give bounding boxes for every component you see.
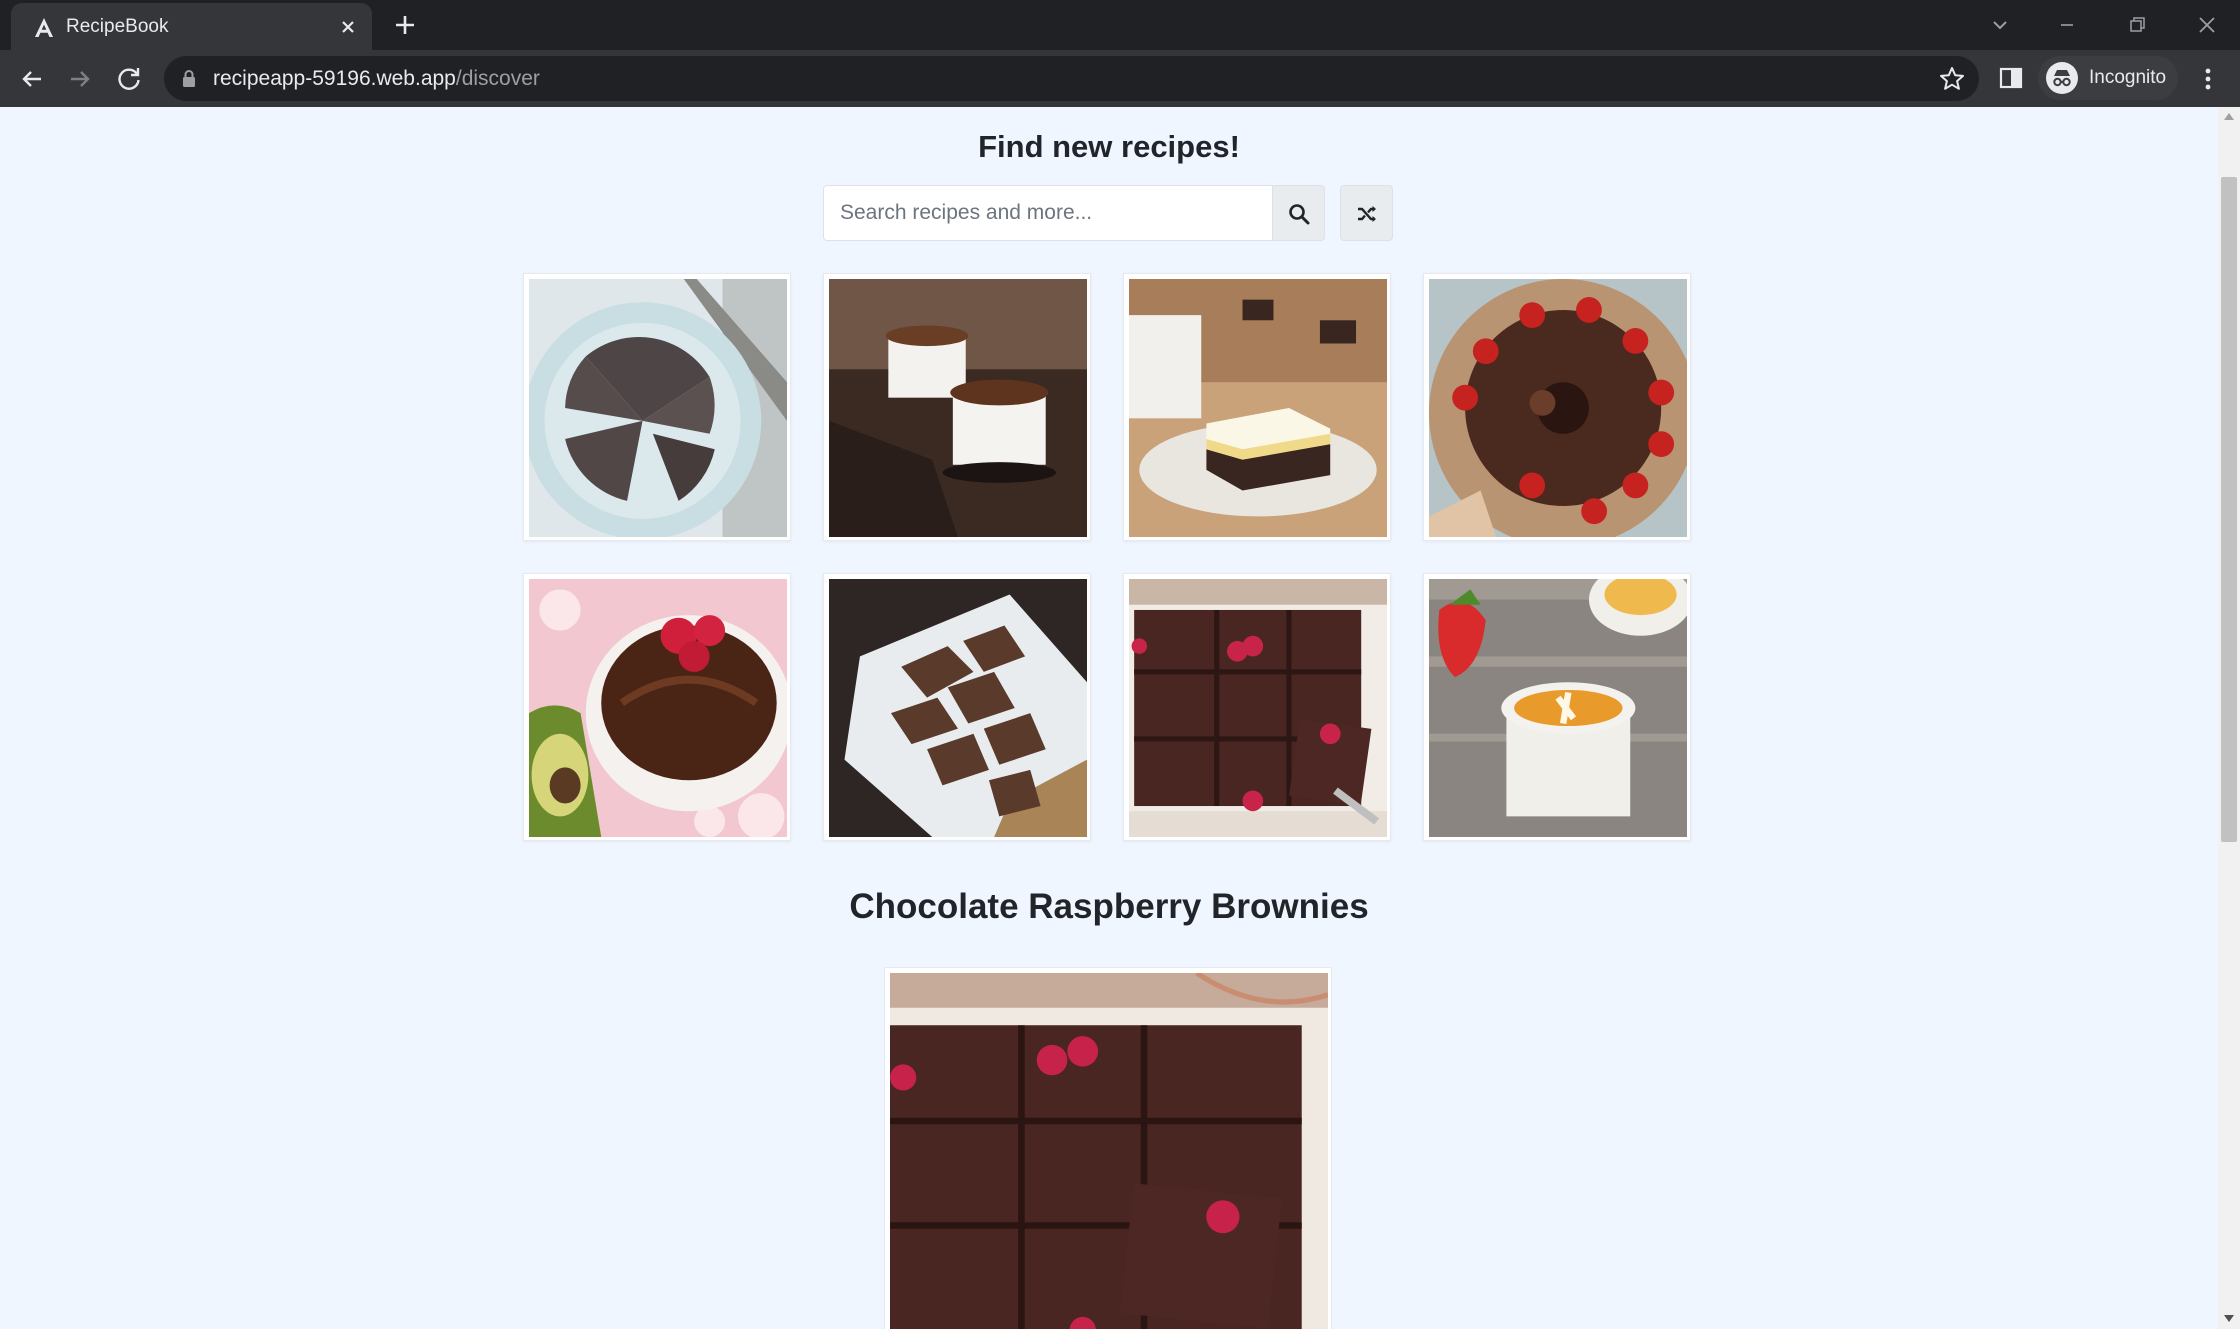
recipe-image: [529, 279, 787, 537]
search-icon: [1289, 204, 1310, 225]
lock-icon[interactable]: [180, 68, 198, 90]
tab-search-chevron-icon[interactable]: [1983, 8, 2017, 42]
incognito-label: Incognito: [2089, 67, 2167, 88]
page-title: Find new recipes!: [978, 129, 1240, 164]
random-recipe-button[interactable]: [1340, 185, 1393, 241]
recipe-image: [529, 579, 787, 837]
address-bar[interactable]: recipeapp-59196.web.app/discover: [164, 56, 1979, 101]
search-field[interactable]: [823, 185, 1273, 241]
recipe-card[interactable]: [523, 573, 791, 841]
reload-icon[interactable]: [113, 63, 145, 95]
recipe-image: [1429, 579, 1687, 837]
close-window-icon[interactable]: [2190, 8, 2224, 42]
recipe-card[interactable]: [1423, 573, 1691, 841]
scroll-up-arrow-icon[interactable]: [2224, 113, 2234, 120]
incognito-profile-button[interactable]: Incognito: [2038, 56, 2178, 100]
recipe-title: Chocolate Raspberry Brownies: [849, 887, 1369, 926]
recipe-image: [1129, 579, 1387, 837]
recipe-card[interactable]: [523, 273, 791, 541]
close-tab-icon[interactable]: [337, 16, 359, 38]
browser-tab[interactable]: RecipeBook: [11, 3, 372, 50]
minimize-icon[interactable]: [2050, 8, 2084, 42]
search-button[interactable]: [1272, 185, 1325, 241]
recipe-card[interactable]: [1423, 273, 1691, 541]
scroll-down-arrow-icon[interactable]: [2224, 1315, 2234, 1322]
tab-title: RecipeBook: [66, 16, 169, 37]
url-text[interactable]: recipeapp-59196.web.app/discover: [213, 67, 540, 91]
recipe-image: [1129, 279, 1387, 537]
browser-tab-strip: RecipeBook: [0, 0, 2240, 50]
recipe-image: [829, 279, 1087, 537]
back-icon[interactable]: [16, 63, 48, 95]
angular-favicon-icon: [35, 18, 53, 37]
browser-toolbar: recipeapp-59196.web.app/discover Incogni…: [0, 50, 2240, 107]
new-tab-icon[interactable]: [392, 12, 418, 38]
page-scrollbar[interactable]: [2218, 107, 2240, 1329]
restore-icon[interactable]: [2120, 8, 2154, 42]
recipe-card[interactable]: [1123, 573, 1391, 841]
recipe-image: [829, 579, 1087, 837]
side-panel-icon[interactable]: [1998, 65, 2024, 91]
recipe-image: [1429, 279, 1687, 537]
recipe-card[interactable]: [1123, 273, 1391, 541]
recipe-card[interactable]: [823, 273, 1091, 541]
menu-icon[interactable]: [2196, 65, 2220, 93]
star-icon[interactable]: [1938, 65, 1966, 93]
recipe-card[interactable]: [823, 573, 1091, 841]
scrollbar-thumb[interactable]: [2221, 177, 2237, 842]
url-path: /discover: [455, 67, 540, 90]
search-input[interactable]: [824, 186, 1272, 240]
recipe-image: [890, 973, 1328, 1329]
incognito-icon: [2046, 62, 2078, 94]
recipe-detail-image: [884, 967, 1332, 1329]
page-viewport: Find new recipes! Search recipes and mor…: [0, 107, 2240, 1329]
shuffle-icon: [1358, 206, 1376, 222]
forward-icon[interactable]: [64, 63, 96, 95]
url-host: recipeapp-59196.web.app: [213, 67, 456, 90]
